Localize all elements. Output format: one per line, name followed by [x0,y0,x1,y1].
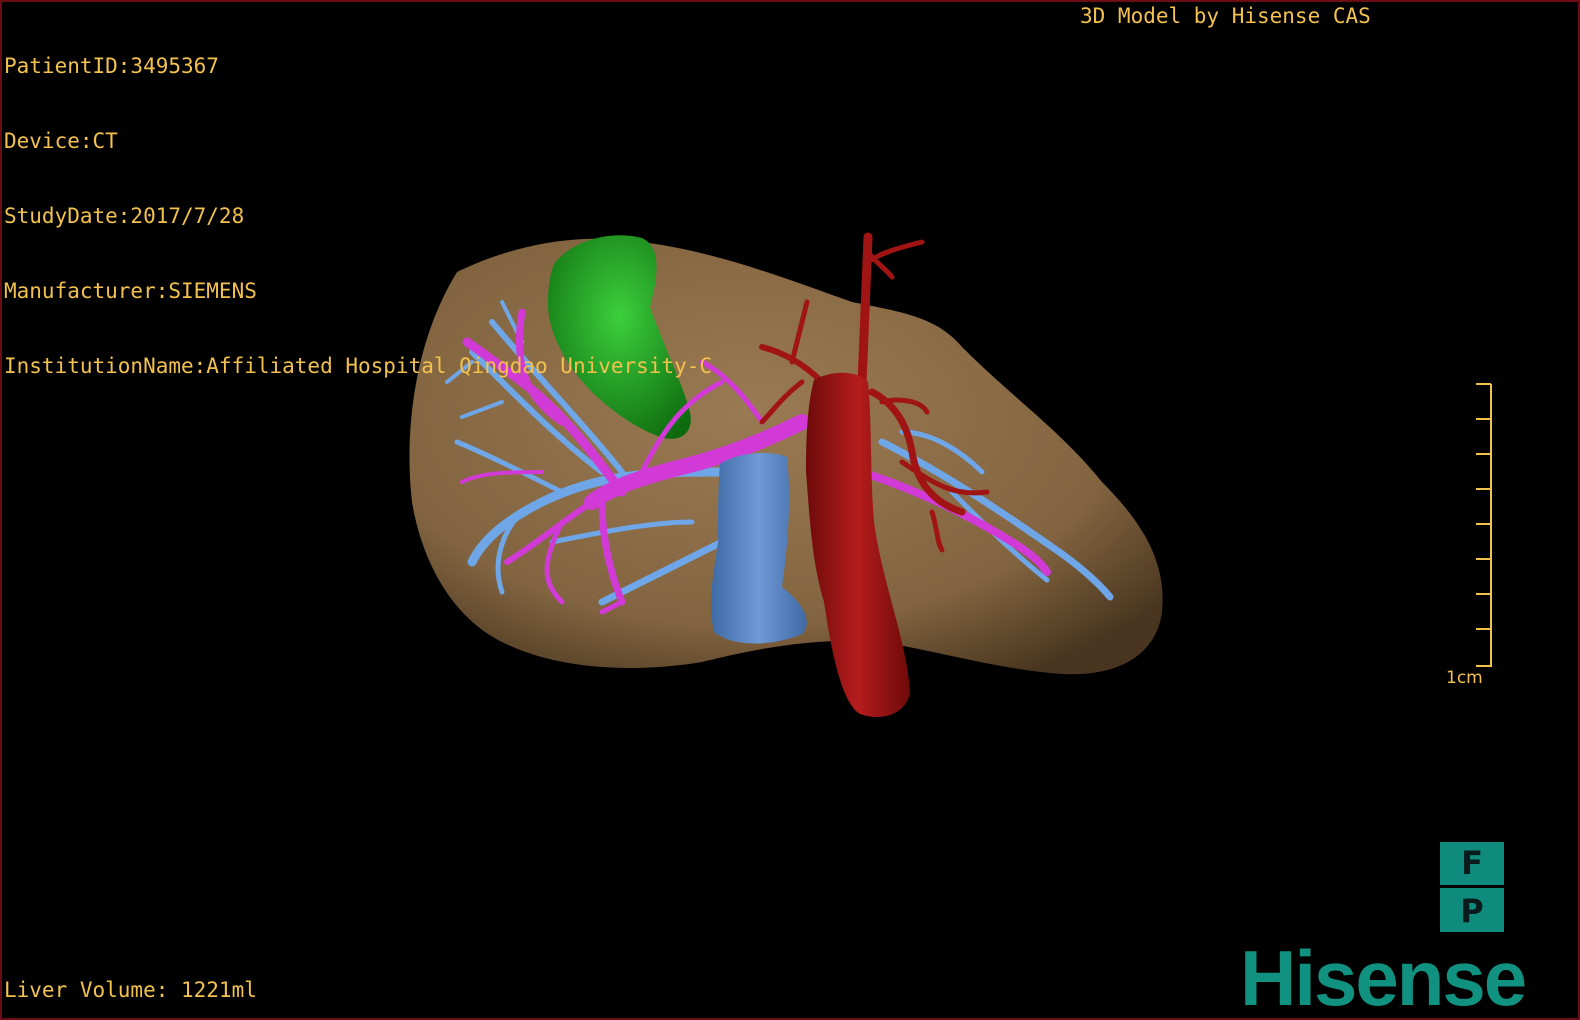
liver-volume-text: Liver Volume: 1221ml [4,978,257,1002]
hisense-logo: Hisense [1240,934,1527,1020]
orientation-top-letter: F [1461,844,1483,883]
orientation-divider [1440,885,1504,889]
dicom-info-overlay: PatientID:3495367 Device:CT StudyDate:20… [4,4,712,429]
scale-bar [1476,383,1492,667]
orientation-toggle-button[interactable]: F P [1440,842,1504,932]
scale-label: 1cm [1446,668,1483,688]
patient-id-text: PatientID:3495367 [4,54,219,78]
study-date-text: StudyDate:2017/7/28 [4,204,245,228]
manufacturer-text: Manufacturer:SIEMENS [4,279,257,303]
3d-viewport[interactable]: PatientID:3495367 Device:CT StudyDate:20… [0,0,1580,1020]
device-text: Device:CT [4,129,118,153]
orientation-bottom-letter: P [1460,891,1484,930]
institution-text: InstitutionName:Affiliated Hospital Qing… [4,354,713,378]
model-credit-text: 3D Model by Hisense CAS [1080,4,1371,28]
